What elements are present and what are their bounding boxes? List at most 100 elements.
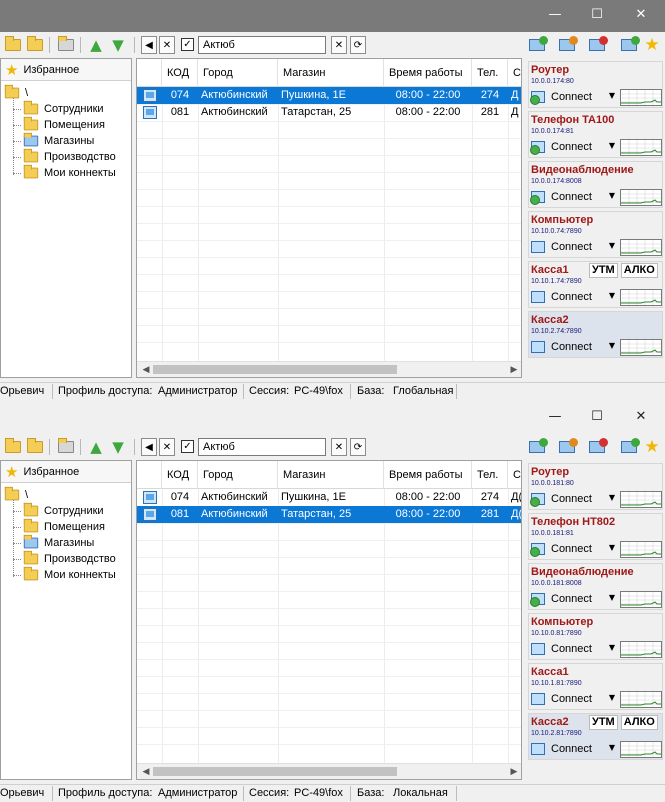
minimize-button[interactable]: — (548, 410, 562, 424)
tree-item-stores[interactable]: Магазины (23, 534, 94, 551)
chevron-down-icon[interactable]: ▼ (609, 341, 615, 350)
search-input[interactable] (198, 36, 326, 54)
filter-checkbox[interactable]: ✓ (181, 440, 194, 453)
clear-filter-button[interactable]: ✕ (159, 438, 175, 456)
tree-item-employees[interactable]: Сотрудники (23, 502, 104, 519)
filter-checkbox[interactable]: ✓ (181, 38, 194, 51)
scroll-left-icon[interactable]: ◀ (139, 363, 153, 377)
connect-card[interactable]: Компьютер 10.10.0.81:7890 Connect ▼ (528, 613, 663, 660)
connect-card[interactable]: Видеонаблюдение 10.0.0.174:8008 Connect ▼ (528, 161, 663, 208)
edit-folder-button[interactable] (25, 36, 45, 54)
connect-card[interactable]: Касса2 УТМ АЛКО 10.10.2.81:7890 Connect ▼ (528, 713, 663, 760)
tree-item-stores[interactable]: Магазины (23, 132, 94, 149)
chevron-down-icon[interactable]: ▼ (609, 291, 615, 300)
clear-filter-button[interactable]: ✕ (159, 36, 175, 54)
scroll-thumb[interactable] (153, 365, 397, 374)
share-connect-button[interactable] (618, 438, 640, 456)
tree-item-production[interactable]: Производство (23, 148, 116, 165)
connect-button[interactable]: Connect ▼ (531, 338, 615, 355)
move-up-button[interactable]: ▲ (86, 438, 106, 456)
share-connect-button[interactable] (618, 36, 640, 54)
tree-item-employees[interactable]: Сотрудники (23, 100, 104, 117)
add-connect-button[interactable] (526, 36, 548, 54)
column-header[interactable]: Магазин (278, 59, 384, 87)
close-button[interactable]: ✕ (634, 410, 648, 424)
tree-item-production[interactable]: Производство (23, 550, 116, 567)
column-header[interactable]: С (508, 59, 521, 87)
column-header[interactable]: Тел. (472, 59, 508, 87)
column-header[interactable]: С (508, 461, 521, 489)
horizontal-scrollbar[interactable]: ◀ ▶ (137, 361, 521, 377)
open-folder-button[interactable] (3, 36, 23, 54)
tree-item-my-connects[interactable]: Мои коннекты (23, 566, 116, 583)
connect-card[interactable]: Телефон TA100 10.0.0.174:81 Connect ▼ (528, 111, 663, 158)
nav-left-button[interactable]: ◀ (141, 36, 157, 54)
horizontal-scrollbar[interactable]: ◀ ▶ (137, 763, 521, 779)
favorites-header[interactable]: ★ Избранное (1, 461, 131, 483)
column-header[interactable]: Тел. (472, 461, 508, 489)
column-header[interactable]: Магазин (278, 461, 384, 489)
connect-card[interactable]: Видеонаблюдение 10.0.0.181:8008 Connect ▼ (528, 563, 663, 610)
connect-button[interactable]: Connect ▼ (530, 188, 615, 205)
tree-root[interactable]: \ (4, 84, 28, 101)
move-down-button[interactable]: ▼ (108, 36, 128, 54)
tree-item-my-connects[interactable]: Мои коннекты (23, 164, 116, 181)
edit-folder-button[interactable] (25, 438, 45, 456)
connect-card[interactable]: Телефон HT802 10.0.0.181:81 Connect ▼ (528, 513, 663, 560)
scroll-left-icon[interactable]: ◀ (139, 765, 153, 779)
table-row[interactable]: 081 Актюбинский Татарстан, 25 08:00 - 22… (137, 506, 521, 523)
clear-search-button[interactable]: ✕ (331, 36, 347, 54)
favorite-button[interactable]: ★ (642, 35, 662, 55)
favorites-header[interactable]: ★ Избранное (1, 59, 131, 81)
chevron-down-icon[interactable]: ▼ (609, 643, 615, 652)
delete-folder-button[interactable] (56, 438, 76, 456)
scroll-right-icon[interactable]: ▶ (507, 363, 521, 377)
maximize-button[interactable]: ☐ (590, 410, 604, 424)
connect-card[interactable]: Касса2 10.10.2.74:7890 Connect ▼ (528, 311, 663, 358)
search-input[interactable] (198, 438, 326, 456)
connect-button[interactable]: Connect ▼ (531, 640, 615, 657)
edit-connect-button[interactable] (556, 438, 578, 456)
delete-connect-button[interactable] (586, 36, 608, 54)
maximize-button[interactable]: ☐ (590, 8, 604, 22)
edit-connect-button[interactable] (556, 36, 578, 54)
connect-card[interactable]: Роутер 10.0.0.181:80 Connect ▼ (528, 463, 663, 510)
connect-button[interactable]: Connect ▼ (530, 590, 615, 607)
connect-button[interactable]: Connect ▼ (530, 138, 615, 155)
close-button[interactable]: ✕ (634, 8, 648, 22)
column-header[interactable]: Время работы (384, 461, 472, 489)
chevron-down-icon[interactable]: ▼ (609, 693, 615, 702)
delete-connect-button[interactable] (586, 438, 608, 456)
connect-button[interactable]: Connect ▼ (531, 740, 615, 757)
column-header[interactable]: Город (198, 461, 278, 489)
chevron-down-icon[interactable]: ▼ (609, 91, 615, 100)
connect-button[interactable]: Connect ▼ (531, 238, 615, 255)
connect-button[interactable]: Connect ▼ (531, 288, 615, 305)
scroll-thumb[interactable] (153, 767, 397, 776)
move-down-button[interactable]: ▼ (108, 438, 128, 456)
tree-item-rooms[interactable]: Помещения (23, 116, 105, 133)
column-header[interactable]: Город (198, 59, 278, 87)
connect-card[interactable]: Компьютер 10.10.0.74:7890 Connect ▼ (528, 211, 663, 258)
connect-card[interactable]: Роутер 10.0.0.174:80 Connect ▼ (528, 61, 663, 108)
chevron-down-icon[interactable]: ▼ (609, 543, 615, 552)
column-header[interactable]: Время работы (384, 59, 472, 87)
chevron-down-icon[interactable]: ▼ (609, 493, 615, 502)
open-folder-button[interactable] (3, 438, 23, 456)
favorite-button[interactable]: ★ (642, 437, 662, 457)
tree-root[interactable]: \ (4, 486, 28, 503)
add-connect-button[interactable] (526, 438, 548, 456)
chevron-down-icon[interactable]: ▼ (609, 743, 615, 752)
table-row[interactable]: 081 Актюбинский Татарстан, 25 08:00 - 22… (137, 104, 521, 121)
connect-button[interactable]: Connect ▼ (530, 490, 615, 507)
chevron-down-icon[interactable]: ▼ (609, 593, 615, 602)
delete-folder-button[interactable] (56, 36, 76, 54)
minimize-button[interactable]: — (548, 8, 562, 22)
tree-item-rooms[interactable]: Помещения (23, 518, 105, 535)
connect-card[interactable]: Касса1 УТМ АЛКО 10.10.1.74:7890 Connect ▼ (528, 261, 663, 308)
refresh-button[interactable]: ⟳ (350, 36, 366, 54)
table-row[interactable]: 074 Актюбинский Пушкина, 1Е 08:00 - 22:0… (137, 489, 521, 506)
column-header[interactable]: КОД (162, 461, 198, 489)
connect-button[interactable]: Connect ▼ (530, 88, 615, 105)
move-up-button[interactable]: ▲ (86, 36, 106, 54)
